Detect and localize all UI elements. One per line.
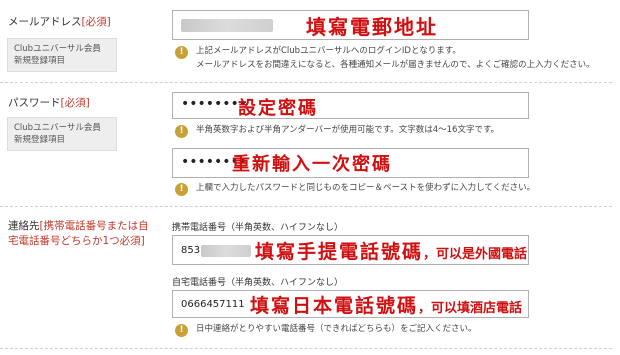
home-phone-annotation: 填寫日本電話號碼，可以填酒店電話 [250, 291, 522, 318]
password-confirm-annotation: 重新輸入一次密碼 [232, 154, 392, 175]
password-note-line1: Clubユニバーサル会員 [14, 123, 101, 133]
password-member-note: Clubユニバーサル会員 新規登録項目 [7, 117, 117, 151]
email-label-text: メールアドレス [8, 16, 82, 28]
mobile-phone-label: 携帯電話番号（半角英数、ハイフンなし） [172, 223, 344, 233]
email-note-line1: Clubユニバーサル会員 [14, 44, 101, 54]
email-note-line2: 新規登録項目 [14, 56, 66, 66]
contact-required-line2: 宅電話番号どちらか1つ必須] [8, 235, 145, 247]
mobile-redacted-digits [201, 245, 251, 257]
email-section-label: メールアドレス[必須] [8, 14, 111, 29]
password-note-line2: 新規登録項目 [14, 135, 66, 145]
contact-hint: 日中連絡がとりやすい電話番号（できればどちらも）をご記入ください。 [196, 324, 477, 334]
email-member-note: Clubユニバーサル会員 新規登録項目 [7, 38, 117, 72]
info-icon: ! [175, 324, 188, 337]
password-value: •••••••• [181, 96, 248, 112]
password-required-tag: [必須] [60, 97, 90, 109]
password-section-label: パスワード[必須] [8, 95, 90, 110]
password-hint: 半角英数字および半角アンダーバーが使用可能です。文字数は4～16文字です。 [196, 125, 500, 135]
email-hint-line1: 上記メールアドレスがClubユニバーサルへのログインIDとなります。 [196, 46, 461, 56]
mobile-phone-value: 853 [181, 245, 201, 256]
contact-required-line1: [携帯電話番号または自 [39, 220, 149, 232]
password-label-text: パスワード [8, 97, 61, 109]
email-hint-line2: メールアドレスをお間違えになると、各種通知メールが届きませんので、よくご確認の上… [196, 60, 595, 70]
section-divider [0, 206, 612, 207]
info-icon: ! [175, 46, 188, 59]
email-required-tag: [必須] [81, 16, 111, 28]
info-icon: ! [175, 183, 188, 196]
password-confirm-hint: 上欄で入力したパスワードと同じものをコピー＆ペーストを使わずに入力してください。 [196, 183, 536, 193]
section-divider [0, 82, 612, 83]
mobile-phone-annotation: 填寫手提電話號碼，可以是外國電話 [255, 237, 527, 264]
mobile-annotation-main: 填寫手提電話號碼 [255, 241, 424, 263]
password-annotation: 設定密碼 [238, 98, 318, 119]
info-icon: ! [175, 125, 188, 138]
email-annotation: 填寫電郵地址 [306, 15, 438, 39]
home-phone-value: 0666457111 [181, 299, 245, 310]
password-input[interactable]: •••••••• [172, 92, 529, 119]
home-annotation-main: 填寫日本電話號碼 [250, 295, 419, 317]
section-divider [0, 348, 612, 349]
email-redacted-value [181, 19, 273, 32]
contact-section-label: 連絡先[携帯電話番号または自 宅電話番号どちらか1つ必須] [8, 219, 158, 249]
home-annotation-sub: ，可以填酒店電話 [418, 301, 523, 316]
home-phone-label: 自宅電話番号（半角英数、ハイフンなし） [172, 278, 344, 288]
contact-label-text: 連絡先 [8, 220, 40, 232]
mobile-annotation-sub: ，可以是外國電話 [423, 247, 528, 262]
